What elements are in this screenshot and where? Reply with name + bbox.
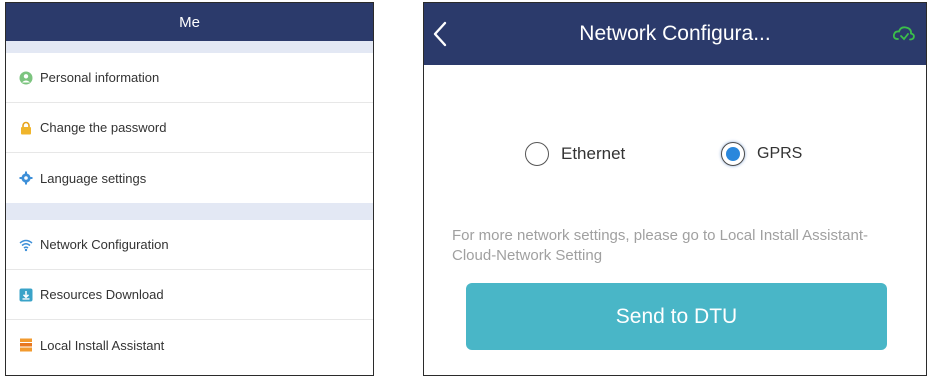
menu-label: Personal information: [40, 70, 160, 85]
network-configuration-screen: Network Configura... Ethernet GPRS For m…: [423, 2, 927, 376]
me-screen: Me Personal information Change the passw…: [5, 2, 374, 376]
menu-label: Local Install Assistant: [40, 337, 165, 353]
menu-item-language-settings[interactable]: Language settings: [6, 153, 373, 203]
menu-label: Network Configuration: [40, 237, 169, 252]
radio-label: GPRS: [757, 145, 803, 162]
me-header: Me: [6, 3, 373, 41]
radio-ethernet[interactable]: Ethernet: [525, 142, 625, 166]
me-title: Me: [179, 13, 200, 31]
wifi-icon: [19, 238, 33, 252]
gear-icon: [19, 171, 33, 185]
radio-gprs[interactable]: GPRS: [721, 142, 802, 166]
menu-item-network-configuration[interactable]: Network Configuration: [6, 220, 373, 270]
radio-label: Ethernet: [561, 144, 626, 163]
send-button-label: Send to DTU: [615, 304, 738, 328]
menu-item-resources-download[interactable]: Resources Download: [6, 270, 373, 320]
network-type-options: Ethernet GPRS: [424, 142, 926, 174]
person-icon: [19, 71, 33, 85]
menu-label: Change the password: [40, 120, 167, 135]
radio-button[interactable]: [721, 142, 745, 166]
network-settings-hint: For more network settings, please go to …: [452, 227, 869, 264]
send-to-dtu-button[interactable]: Send to DTU: [466, 283, 887, 350]
download-icon: [19, 288, 33, 302]
lock-icon: [19, 121, 33, 135]
menu-label: Resources Download: [40, 287, 164, 302]
page-title: Network Configura...: [579, 22, 771, 45]
section-divider: [6, 41, 373, 53]
menu-item-change-password[interactable]: Change the password: [6, 103, 373, 153]
cloud-icon: [892, 24, 916, 44]
chevron-left-icon[interactable]: [430, 20, 452, 48]
radio-button[interactable]: [525, 142, 549, 166]
network-header: Network Configura...: [424, 3, 926, 65]
menu-label: Language settings: [40, 170, 147, 186]
radio-selected-dot: [726, 147, 740, 161]
assistant-icon: [19, 338, 33, 352]
section-divider: [6, 203, 373, 220]
menu-item-local-install-assistant[interactable]: Local Install Assistant: [6, 320, 373, 370]
menu-item-personal-information[interactable]: Personal information: [6, 53, 373, 103]
